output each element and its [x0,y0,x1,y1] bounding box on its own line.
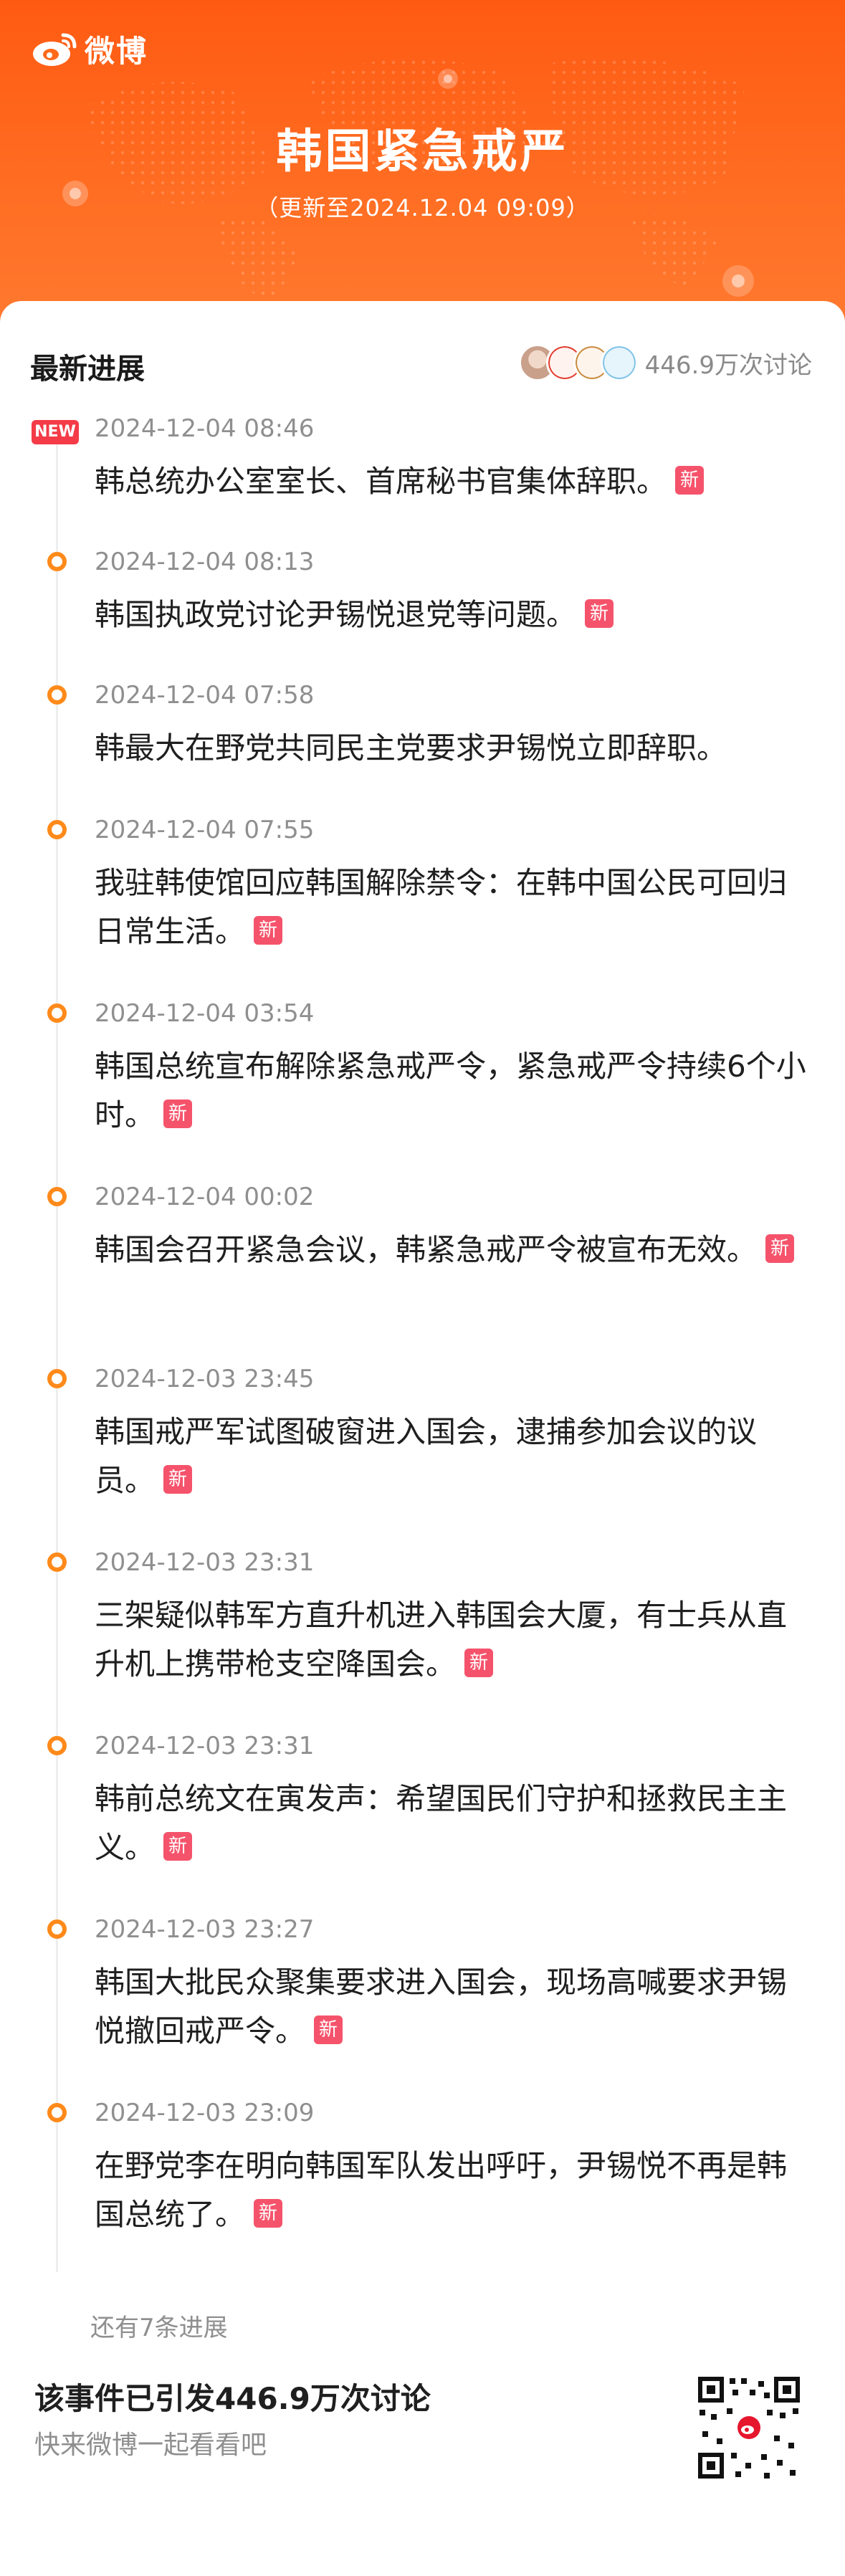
xin-badge: 新 [163,1099,193,1128]
entry-text: 三架疑似韩军方直升机进入韩国会大厦，有士兵从直升机上携带枪支空降国会。新 [95,1598,788,1681]
timeline-dot [47,1552,67,1572]
entry-time: 2024-12-04 03:54 [95,999,315,1028]
entry-time: 2024-12-03 23:45 [95,1365,315,1393]
timeline-dot [47,1369,67,1388]
entry-text: 韩最大在野党共同民主党要求尹锡悦立即辞职。 [95,730,727,765]
update-time: （更新至2024.12.04 09:09） [255,194,590,221]
new-badge: NEW [32,420,79,444]
timeline-dot [47,1003,67,1023]
footer-subtitle: 快来微博一起看看吧 [34,2430,267,2460]
entry-time: 2024-12-03 23:27 [95,1915,315,1944]
header-banner: 微博 韩国紧急戒严 （更新至2024.12.04 09:09） [0,0,845,337]
entry-text: 在野党李在明向韩国军队发出呼吁，尹锡悦不再是韩国总统了。新 [95,2148,788,2232]
entry-text: 韩总统办公室室长、首席秘书官集体辞职。新 [95,457,811,506]
timeline-dot [47,1919,67,1939]
timeline-dot [47,685,67,705]
xin-badge: 新 [254,916,283,945]
weibo-logo[interactable]: 微博 [32,27,148,71]
entry-text: 韩国大批民众聚集要求进入国会，现场高喊要求尹锡悦撤回戒严令。新 [95,1965,788,2048]
xin-badge: 新 [163,1832,193,1861]
event-title: 韩国紧急戒严 [276,125,569,178]
xin-badge: 新 [314,2016,343,2044]
timeline-dot [47,1187,67,1206]
entry-time: 2024-12-04 00:02 [95,1183,315,1211]
entry-text: 韩国戒严军试图破窗进入国会，逮捕参加会议的议员。新 [95,1414,758,1498]
qr-code-icon[interactable] [695,2374,803,2481]
entry-time: 2024-12-03 23:31 [95,1732,315,1760]
entry-text: 我驻韩使馆回应韩国解除禁令：在韩中国公民可回归日常生活。新 [95,865,788,949]
entry-time: 2024-12-03 23:31 [95,1548,315,1577]
timeline-dot [47,2103,67,2122]
timeline-dot [47,1736,67,1755]
avatar-group [518,344,638,381]
xin-badge: 新 [254,2199,283,2228]
entry-text: 韩国执政党讨论尹锡悦退党等问题。新 [95,591,811,639]
footer-title: 该事件已引发446.9万次讨论 [34,2381,431,2416]
weibo-eye-icon [33,33,77,66]
section-title: 最新进展 [30,353,145,386]
entry-time: 2024-12-04 07:55 [95,816,315,844]
more-progress-link[interactable]: 还有7条进展 [90,2308,228,2343]
progress-card: 最新进展 446.9万次讨论 NEW 2024-12-04 08:46 韩总统办… [0,301,845,2576]
avatar [600,344,638,381]
entry-time: 2024-12-03 23:09 [95,2099,315,2127]
xin-badge: 新 [163,1465,193,1494]
entry-time: 2024-12-04 08:46 [95,414,315,443]
entry-time: 2024-12-04 07:58 [95,681,315,710]
entry-text: 韩国总统宣布解除紧急戒严令，紧急戒严令持续6个小时。新 [95,1049,806,1132]
brand-name: 微博 [85,34,148,69]
entry-time: 2024-12-04 08:13 [95,548,315,576]
entry-text: 韩国会召开紧急会议，韩紧急戒严令被宣布无效。新 [95,1226,811,1274]
entry-text: 韩前总统文在寅发声：希望国民们守护和拯救民主主义。新 [95,1781,788,1865]
xin-badge: 新 [464,1649,494,1677]
discussion-summary[interactable]: 446.9万次讨论 [518,344,812,381]
timeline-dot [47,820,67,839]
discussion-count: 446.9万次讨论 [644,350,812,380]
xin-badge: 新 [585,599,614,628]
timeline-dot [47,552,67,571]
xin-badge: 新 [765,1234,795,1263]
xin-badge: 新 [675,466,705,495]
